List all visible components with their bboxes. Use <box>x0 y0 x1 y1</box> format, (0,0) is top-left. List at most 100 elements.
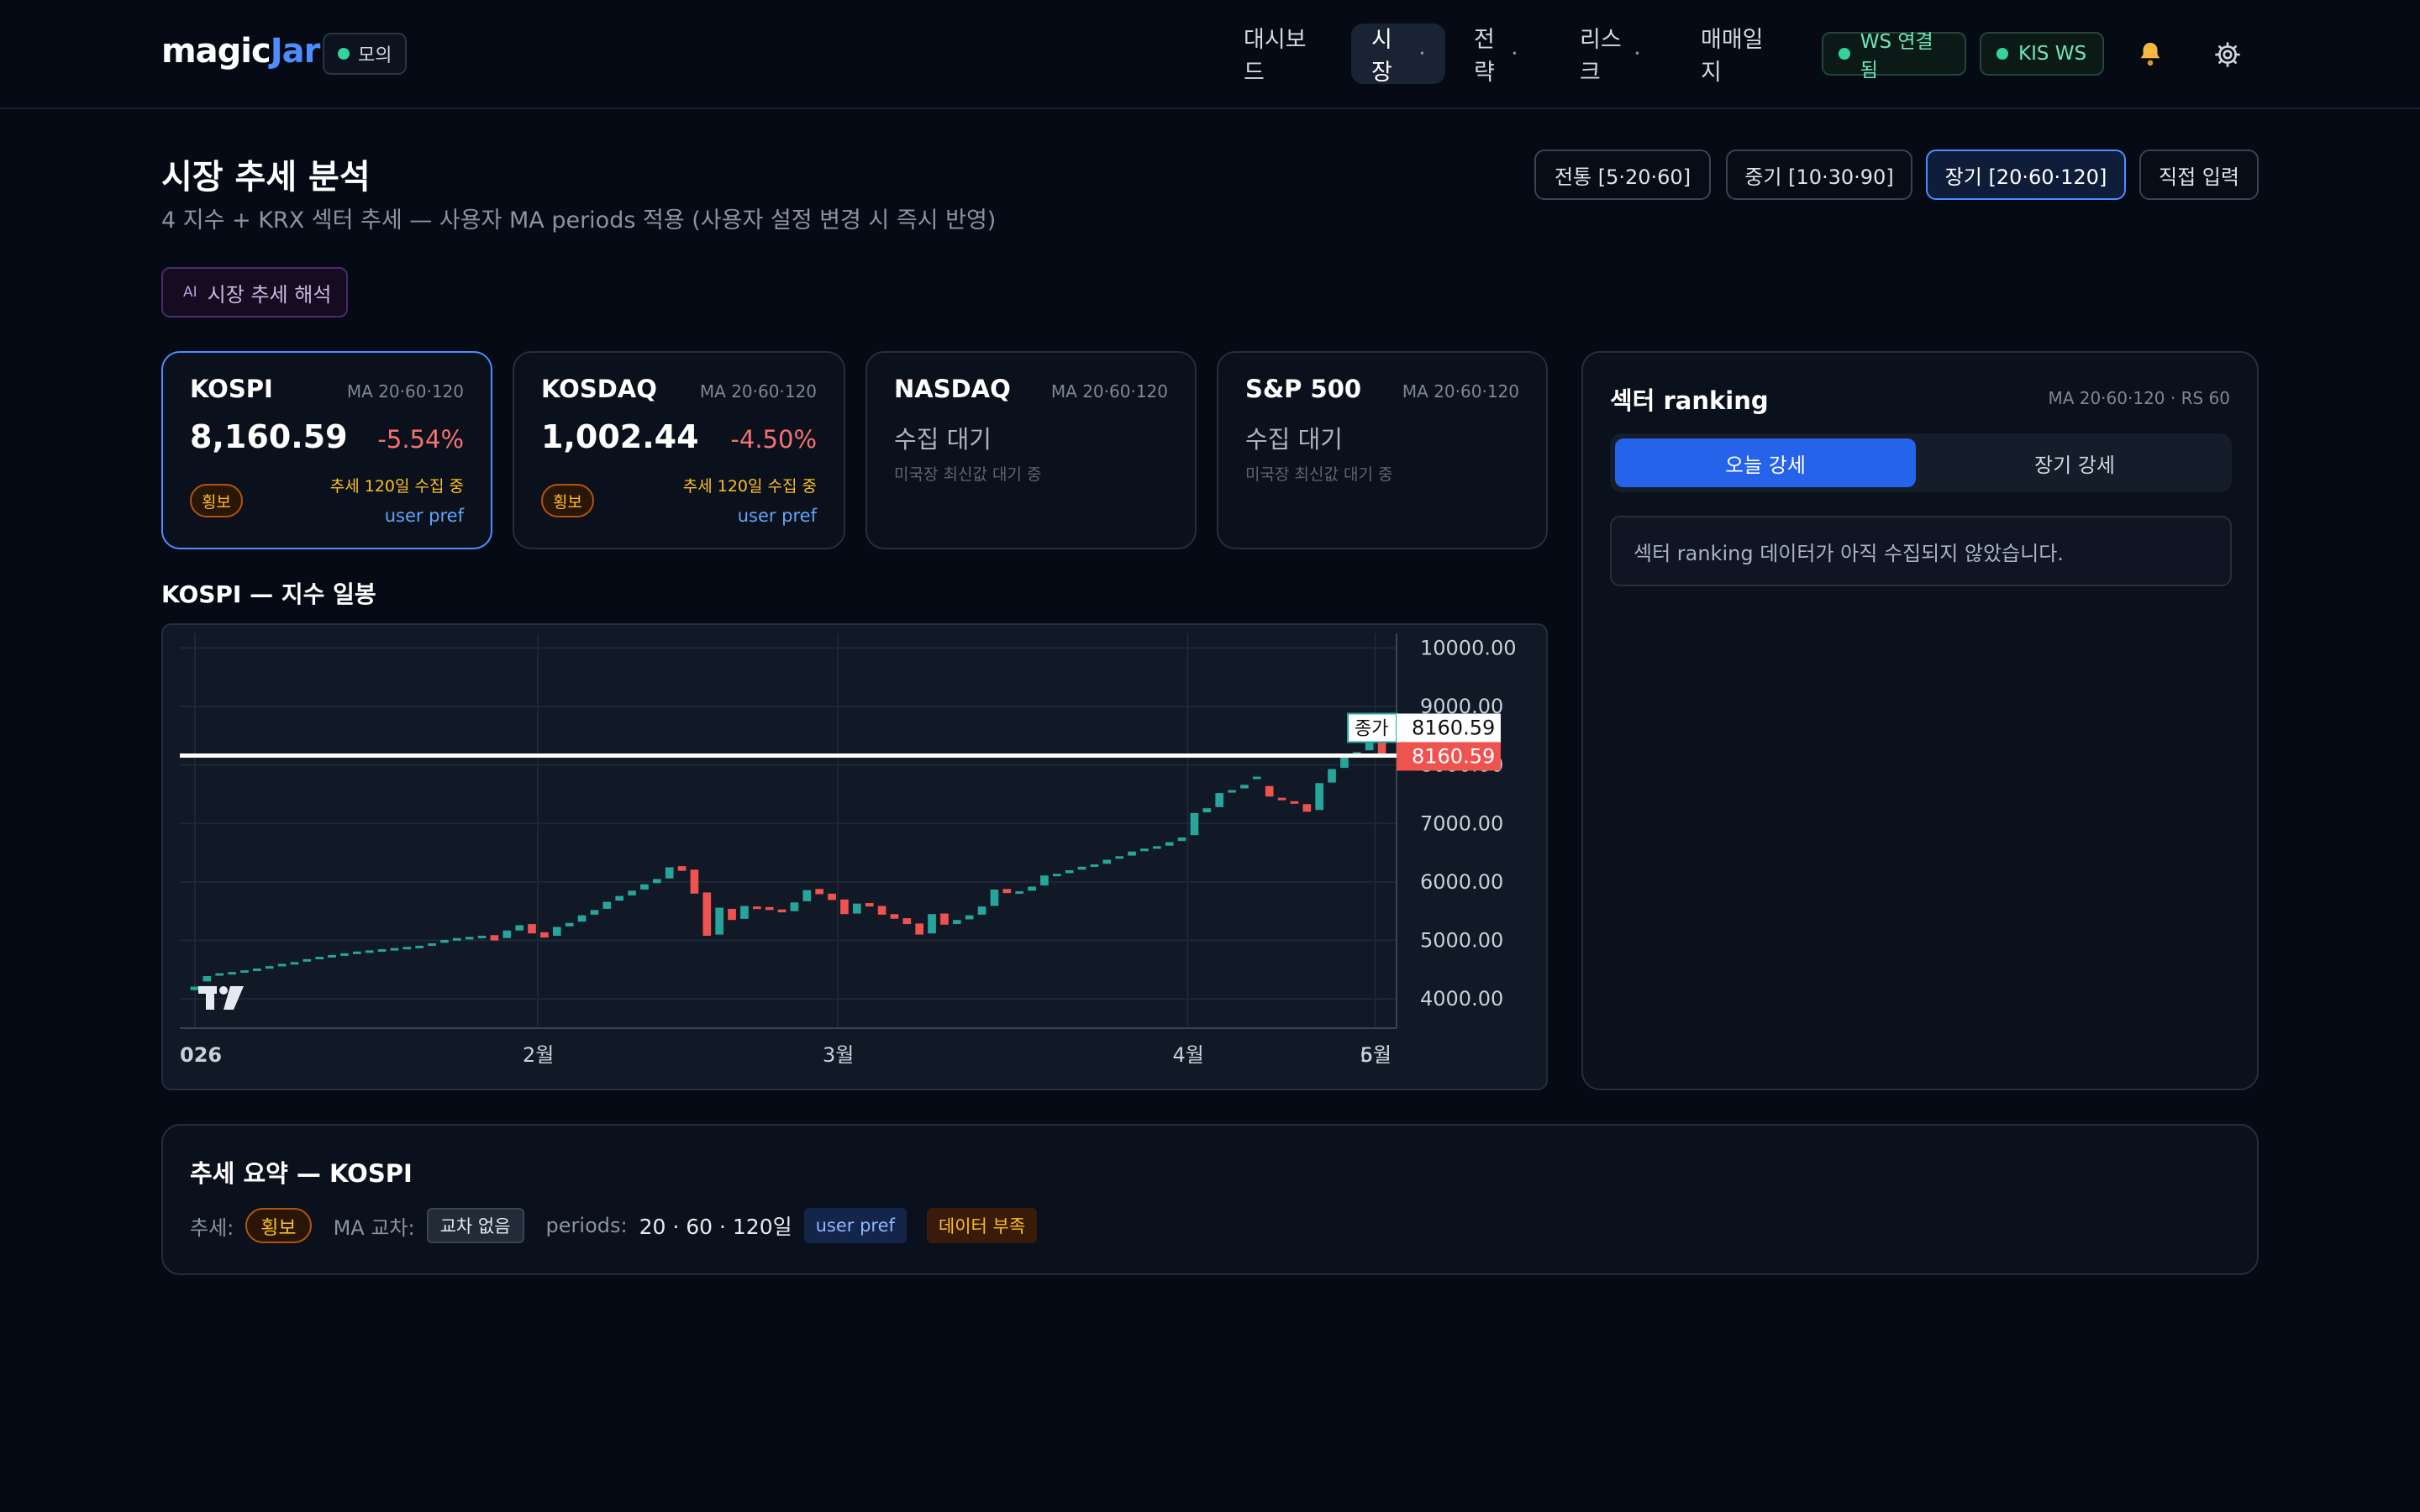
candle <box>1052 874 1061 877</box>
y-tick-label: 4000.00 <box>1420 987 1503 1011</box>
candle <box>1340 756 1349 769</box>
candle <box>528 924 536 934</box>
preset-long-button[interactable]: 장기 [20·60·120] <box>1926 150 2126 200</box>
index-ma: MA 20·60·120 <box>699 381 817 402</box>
candle <box>1128 851 1136 856</box>
candle <box>477 935 487 938</box>
candle <box>252 968 261 971</box>
y-tick-label: 10000.00 <box>1420 636 1517 659</box>
candle <box>240 970 249 974</box>
y-tick-label: 7000.00 <box>1420 811 1503 835</box>
trend-badge: 횡보 <box>190 484 243 517</box>
nav-journal[interactable]: 매매일지 <box>1681 24 1798 86</box>
nav-risk[interactable]: 리스크 • <box>1560 24 1660 86</box>
x-tick-label: 4월 <box>1172 1043 1203 1067</box>
ws-status-label: WS 연결됨 <box>1860 31 1933 81</box>
index-card-kosdaq[interactable]: KOSDAQ MA 20·60·120 1,002.44 -4.50% 횡보 추… <box>513 351 845 549</box>
top-bar: magicJar 모의 대시보드 시장 • 전략 • 리스크 • 매매일지 WS 연결… <box>0 0 2420 109</box>
candle <box>1090 864 1099 868</box>
candle <box>1265 785 1274 797</box>
caret-icon: • <box>1511 48 1518 60</box>
preset-mid-button[interactable]: 중기 [10·30·90] <box>1726 150 1912 200</box>
candle <box>228 972 236 975</box>
app-logo[interactable]: magicJar <box>161 32 321 71</box>
user-pref-badge: user pref <box>803 1208 907 1243</box>
candle <box>1065 870 1074 874</box>
candle <box>390 948 399 951</box>
candle <box>928 914 936 934</box>
trend-badge: 횡보 <box>245 1208 312 1243</box>
candle <box>828 893 836 900</box>
preset-custom-button[interactable]: 직접 입력 <box>2139 150 2259 200</box>
index-ma: MA 20·60·120 <box>1402 381 1519 402</box>
candle <box>352 951 361 954</box>
notifications-button[interactable] <box>2129 34 2171 76</box>
index-wait-note: 미국장 최신값 대기 중 <box>1245 465 1393 484</box>
candlestick-chart[interactable]: 10000.009000.008000.007000.006000.005000… <box>161 623 1548 1090</box>
status-dot-icon <box>1996 48 2008 60</box>
candle <box>802 890 812 901</box>
index-change: -5.54% <box>377 425 464 454</box>
candle <box>615 895 624 901</box>
candle <box>590 910 599 915</box>
candle <box>865 902 874 907</box>
periods-label: periods: <box>545 1214 628 1237</box>
candle <box>890 914 899 919</box>
logo-text-accent: Jar <box>270 32 321 71</box>
trend-summary-panel: 추세 요약 — KOSPI 추세: 횡보 MA 교차: 교차 없음 period… <box>161 1124 2259 1275</box>
candle <box>715 907 724 935</box>
candle <box>952 920 961 925</box>
x-tick-label: 2월 <box>523 1043 554 1067</box>
kis-ws-label: KIS WS <box>2018 43 2087 65</box>
candle <box>852 903 861 914</box>
preset-traditional-button[interactable]: 전통 [5·20·60] <box>1534 150 1711 200</box>
index-value: 1,002.44 <box>541 418 699 455</box>
index-card-nasdaq[interactable]: NASDAQ MA 20·60·120 수집 대기 미국장 최신값 대기 중 <box>865 351 1197 549</box>
candle <box>1190 812 1199 836</box>
ai-trend-interpret-button[interactable]: AI 시장 추세 해석 <box>161 267 348 318</box>
candle <box>315 957 324 960</box>
candle <box>665 867 674 879</box>
trend-note: 추세 120일 수집 중 <box>329 477 464 496</box>
index-ma: MA 20·60·120 <box>1050 381 1168 402</box>
candle <box>577 915 587 922</box>
candle <box>565 922 574 927</box>
candle <box>777 909 786 913</box>
candle <box>402 947 412 950</box>
index-name: NASDAQ <box>894 375 1011 403</box>
caret-icon: • <box>1634 48 1640 60</box>
trend-badge: 횡보 <box>541 484 594 517</box>
tab-long-strong[interactable]: 장기 강세 <box>1924 438 2225 487</box>
candle <box>702 892 712 936</box>
y-tick-label: 5000.00 <box>1420 929 1503 953</box>
candle <box>728 908 736 921</box>
nav-label: 대시보드 <box>1244 27 1307 86</box>
candle <box>815 889 824 895</box>
candle <box>1040 875 1049 886</box>
tab-today-strong[interactable]: 오늘 강세 <box>1615 438 1916 487</box>
index-card-sp500[interactable]: S&P 500 MA 20·60·120 수집 대기 미국장 최신값 대기 중 <box>1217 351 1548 549</box>
candle <box>652 879 661 884</box>
x-tick-label: 026 <box>180 1043 222 1067</box>
candle <box>265 966 274 969</box>
status-dot-icon <box>1839 48 1850 60</box>
candle <box>302 958 312 962</box>
settings-button[interactable] <box>2207 34 2249 76</box>
nav-strategy[interactable]: 전략 • <box>1454 24 1538 86</box>
nav-label: 전략 <box>1474 27 1495 86</box>
candle <box>552 927 561 936</box>
candle <box>328 954 336 958</box>
nav-dashboard[interactable]: 대시보드 <box>1223 24 1341 86</box>
ai-button-label: 시장 추세 해석 <box>207 282 332 307</box>
candle <box>1228 790 1236 793</box>
data-lack-badge: 데이터 부족 <box>926 1208 1038 1243</box>
index-name: KOSDAQ <box>541 375 657 403</box>
candle <box>752 906 761 910</box>
nav-market[interactable]: 시장 • <box>1351 24 1445 86</box>
index-card-kospi[interactable]: KOSPI MA 20·60·120 8,160.59 -5.54% 횡보 추세… <box>161 351 492 549</box>
close-value-label: 8160.59 <box>1412 716 1495 739</box>
index-name: S&P 500 <box>1245 375 1362 403</box>
trend-label: 추세: <box>190 1215 234 1240</box>
chart-canvas[interactable]: 10000.009000.008000.007000.006000.005000… <box>163 625 1548 1090</box>
gear-icon <box>2215 42 2240 67</box>
